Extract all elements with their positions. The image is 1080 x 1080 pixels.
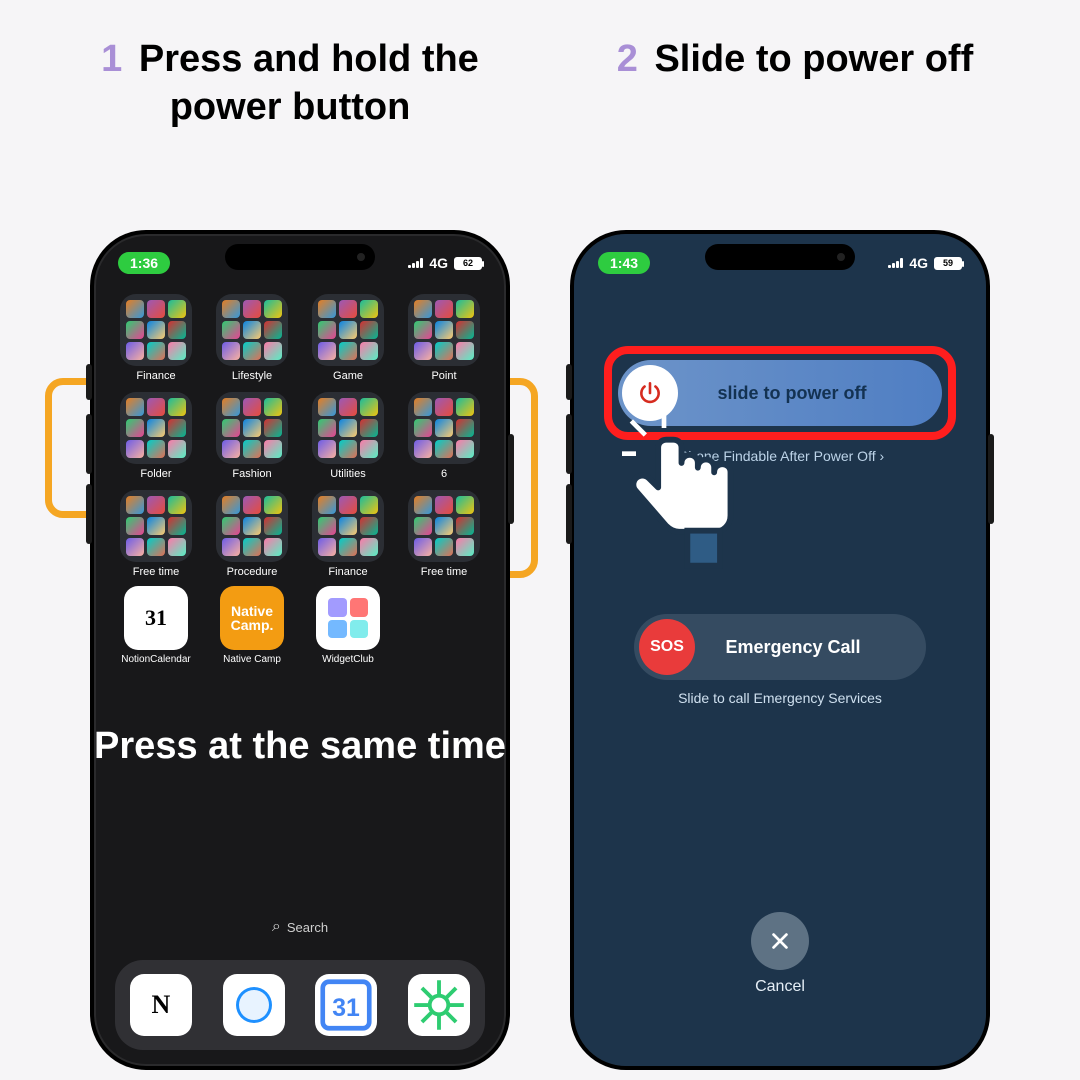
home-search[interactable]: Search <box>272 918 328 936</box>
folder[interactable]: Fashion <box>208 392 296 480</box>
overlay-instruction: Press at the same time <box>94 724 506 770</box>
step-number-2: 2 <box>617 38 638 80</box>
sos-icon[interactable]: SOS <box>639 619 695 675</box>
widgetclub-icon <box>316 586 380 650</box>
folder[interactable]: Utilities <box>304 392 392 480</box>
folder[interactable]: 6 <box>400 392 488 480</box>
dock-claude-icon[interactable] <box>408 974 470 1036</box>
svg-text:31: 31 <box>333 995 361 1022</box>
app-widgetclub[interactable]: WidgetClub <box>304 586 392 665</box>
folder-label: Game <box>333 370 363 382</box>
native-camp-icon: NativeCamp. <box>220 586 284 650</box>
folder-label: Fashion <box>232 468 271 480</box>
apps-row: 31 NotionCalendar NativeCamp. Native Cam… <box>112 586 488 665</box>
dock-notion-icon[interactable]: N <box>130 974 192 1036</box>
folder[interactable]: Folder <box>112 392 200 480</box>
left-status-time: 1:36 <box>118 252 170 274</box>
folder[interactable]: Game <box>304 294 392 382</box>
folder-grid: Finance Lifestyle Game Point Folder Fash… <box>112 294 488 578</box>
sos-slider[interactable]: SOS Emergency Call <box>634 614 926 680</box>
signal-icon <box>888 258 903 268</box>
folder-label: Free time <box>133 566 179 578</box>
left-status-bar: 1:36 4G 62 <box>94 248 506 278</box>
step-title-2: 2 Slide to power off <box>560 36 1030 84</box>
folder-label: Finance <box>328 566 367 578</box>
signal-icon <box>408 258 423 268</box>
step-title-1: 1 Press and hold the power button <box>50 36 530 131</box>
folder[interactable]: Free time <box>400 490 488 578</box>
folder-label: Folder <box>140 468 171 480</box>
right-phone-volume-up[interactable] <box>566 414 572 474</box>
folder-label: Finance <box>136 370 175 382</box>
app-notion-calendar[interactable]: 31 NotionCalendar <box>112 586 200 665</box>
folder[interactable]: Procedure <box>208 490 296 578</box>
folder-label: Procedure <box>227 566 278 578</box>
cancel-button[interactable] <box>751 912 809 970</box>
right-status-bar: 1:43 4G 59 <box>574 248 986 278</box>
right-phone-mute-switch[interactable] <box>566 364 572 400</box>
folder-label: Lifestyle <box>232 370 272 382</box>
folder[interactable]: Finance <box>112 294 200 382</box>
search-label: Search <box>287 920 328 935</box>
left-phone-power-button[interactable] <box>508 434 514 524</box>
power-icon[interactable] <box>622 365 678 421</box>
power-off-screen: 1:43 4G 59 slide to power off iPhone Fin… <box>574 234 986 1066</box>
app-label: Native Camp <box>223 654 281 665</box>
sos-subtext: Slide to call Emergency Services <box>574 690 986 706</box>
battery-icon: 62 <box>454 257 482 270</box>
phone-left: 1:36 4G 62 Finance Lifestyle Game Point … <box>90 230 510 1070</box>
left-phone-volume-down[interactable] <box>86 484 92 544</box>
folder[interactable]: Finance <box>304 490 392 578</box>
app-native-camp[interactable]: NativeCamp. Native Camp <box>208 586 296 665</box>
right-status-network: 4G 59 <box>888 255 962 271</box>
folder[interactable]: Point <box>400 294 488 382</box>
folder-label: Utilities <box>330 468 365 480</box>
step-text-2: Slide to power off <box>654 38 973 80</box>
right-phone-volume-down[interactable] <box>566 484 572 544</box>
app-label: WidgetClub <box>322 654 374 665</box>
right-phone-power-button[interactable] <box>988 434 994 524</box>
left-phone-mute-switch[interactable] <box>86 364 92 400</box>
right-status-time: 1:43 <box>598 252 650 274</box>
step-number-1: 1 <box>101 38 122 80</box>
folder-label: 6 <box>441 468 447 480</box>
dock-safari-icon[interactable] <box>223 974 285 1036</box>
folder[interactable]: Lifestyle <box>208 294 296 382</box>
battery-icon: 59 <box>934 257 962 270</box>
phone-right: 1:43 4G 59 slide to power off iPhone Fin… <box>570 230 990 1070</box>
close-icon <box>769 930 791 952</box>
network-label: 4G <box>429 255 448 271</box>
tap-hand-icon <box>622 414 762 577</box>
left-phone-volume-up[interactable] <box>86 414 92 474</box>
app-label: NotionCalendar <box>121 654 191 665</box>
step-text-1: Press and hold the power button <box>139 38 479 128</box>
dock-google-calendar-icon[interactable]: 31 <box>315 974 377 1036</box>
calendar-icon: 31 <box>124 586 188 650</box>
folder[interactable]: Free time <box>112 490 200 578</box>
network-label: 4G <box>909 255 928 271</box>
folder-label: Point <box>431 370 456 382</box>
sos-label: Emergency Call <box>700 637 926 658</box>
cancel-label: Cancel <box>755 978 805 996</box>
folder-label: Free time <box>421 566 467 578</box>
left-status-network: 4G 62 <box>408 255 482 271</box>
slider-label: slide to power off <box>682 383 942 404</box>
cancel-group: Cancel <box>574 912 986 996</box>
dock: N 31 <box>115 960 486 1050</box>
